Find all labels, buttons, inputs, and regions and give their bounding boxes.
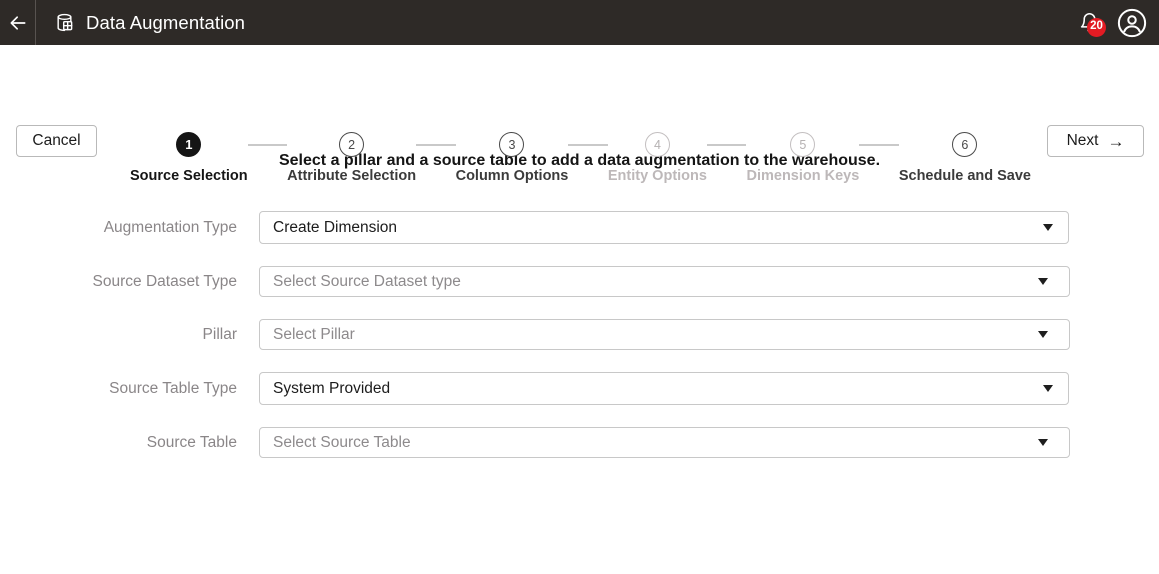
field-label: Source Dataset Type <box>0 273 259 291</box>
step-number: 6 <box>952 132 977 157</box>
select-placeholder: Select Pillar <box>260 326 355 344</box>
header-divider <box>35 0 36 45</box>
step-connector <box>859 144 899 146</box>
select-value: Create Dimension <box>260 219 397 237</box>
cancel-button[interactable]: Cancel <box>16 125 97 157</box>
step-label: Column Options <box>456 168 569 184</box>
step-label: Entity Options <box>608 168 707 184</box>
field-row-source-table: Source Table Select Source Table <box>0 427 1159 458</box>
source-dataset-type-select[interactable]: Select Source Dataset type <box>259 266 1070 297</box>
step-column-options[interactable]: 3 Column Options <box>456 132 569 184</box>
arrow-left-icon <box>8 13 28 33</box>
arrow-right-icon: → <box>1107 133 1124 150</box>
chevron-down-icon <box>1038 331 1048 338</box>
step-number: 4 <box>645 132 670 157</box>
step-label: Attribute Selection <box>287 168 416 184</box>
augmentation-type-select[interactable]: Create Dimension <box>259 211 1069 244</box>
step-connector <box>707 144 747 146</box>
back-button[interactable] <box>0 0 35 45</box>
database-icon <box>55 13 74 32</box>
step-number: 5 <box>790 132 815 157</box>
source-selection-form: Augmentation Type Create Dimension Sourc… <box>0 211 1159 458</box>
field-label: Augmentation Type <box>0 219 259 237</box>
step-connector <box>416 144 456 146</box>
pillar-select[interactable]: Select Pillar <box>259 319 1070 350</box>
step-number: 3 <box>499 132 524 157</box>
header-actions: 20 <box>1072 6 1159 40</box>
chevron-down-icon <box>1043 224 1053 231</box>
step-label: Dimension Keys <box>746 168 859 184</box>
select-placeholder: Select Source Dataset type <box>260 273 461 291</box>
page-title: Data Augmentation <box>86 12 245 34</box>
step-schedule-and-save[interactable]: 6 Schedule and Save <box>899 132 1031 184</box>
user-avatar-icon <box>1117 8 1147 38</box>
app-header: Data Augmentation 20 <box>0 0 1159 45</box>
next-button[interactable]: Next → <box>1047 125 1144 157</box>
field-row-source-dataset-type: Source Dataset Type Select Source Datase… <box>0 266 1159 297</box>
user-avatar[interactable] <box>1116 7 1148 39</box>
notification-count-badge: 20 <box>1087 18 1106 37</box>
step-label: Schedule and Save <box>899 168 1031 184</box>
select-placeholder: Select Source Table <box>260 434 411 452</box>
step-number: 1 <box>176 132 201 157</box>
select-value: System Provided <box>260 380 390 398</box>
chevron-down-icon <box>1038 439 1048 446</box>
next-button-label: Next <box>1067 132 1099 150</box>
step-source-selection[interactable]: 1 Source Selection <box>130 132 248 184</box>
source-table-type-select[interactable]: System Provided <box>259 372 1069 405</box>
step-entity-options[interactable]: 4 Entity Options <box>608 132 707 184</box>
field-row-augmentation-type: Augmentation Type Create Dimension <box>0 211 1159 244</box>
step-label: Source Selection <box>130 168 248 184</box>
step-attribute-selection[interactable]: 2 Attribute Selection <box>287 132 416 184</box>
chevron-down-icon <box>1043 385 1053 392</box>
field-label: Source Table Type <box>0 380 259 398</box>
step-connector <box>568 144 608 146</box>
notifications-button[interactable]: 20 <box>1072 6 1106 40</box>
field-label: Source Table <box>0 434 259 452</box>
source-table-select[interactable]: Select Source Table <box>259 427 1070 458</box>
stepper: 1 Source Selection 2 Attribute Selection… <box>130 132 1031 184</box>
field-row-pillar: Pillar Select Pillar <box>0 319 1159 350</box>
wizard-toolbar: Cancel 1 Source Selection 2 Attribute Se… <box>0 45 1159 125</box>
step-number: 2 <box>339 132 364 157</box>
chevron-down-icon <box>1038 278 1048 285</box>
step-dimension-keys[interactable]: 5 Dimension Keys <box>746 132 859 184</box>
step-connector <box>248 144 288 146</box>
field-label: Pillar <box>0 326 259 344</box>
field-row-source-table-type: Source Table Type System Provided <box>0 372 1159 405</box>
